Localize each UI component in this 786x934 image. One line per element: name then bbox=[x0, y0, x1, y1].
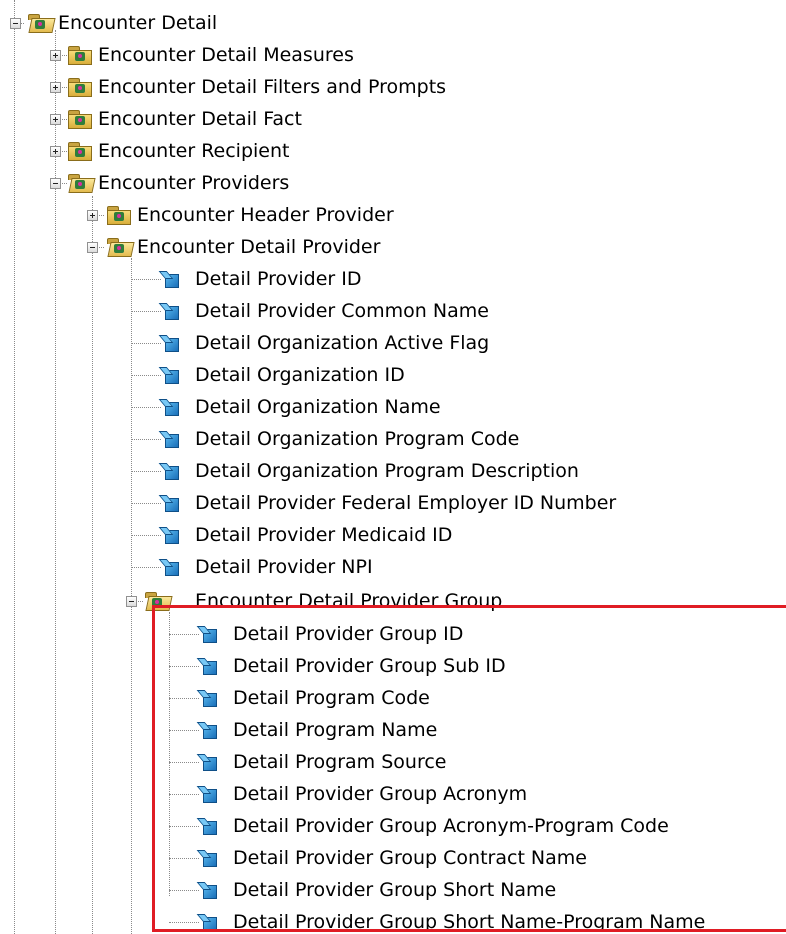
expand-toggle[interactable] bbox=[50, 146, 61, 157]
branch bbox=[131, 471, 161, 472]
tree-item-detail-organization-id[interactable]: Detail Organization ID bbox=[195, 363, 405, 387]
tree-line-root bbox=[55, 30, 56, 934]
tree-item-detail-provider-common-name[interactable]: Detail Provider Common Name bbox=[195, 299, 489, 323]
folder-icon bbox=[68, 78, 92, 97]
branch bbox=[131, 535, 161, 536]
object-icon bbox=[165, 402, 179, 416]
expand-toggle[interactable] bbox=[50, 114, 61, 125]
branch bbox=[131, 279, 161, 280]
object-icon bbox=[165, 498, 179, 512]
folder-icon bbox=[107, 206, 131, 225]
collapse-toggle[interactable] bbox=[10, 18, 21, 29]
object-icon bbox=[165, 530, 179, 544]
object-icon bbox=[165, 562, 179, 576]
tree-node-encounter-providers[interactable]: Encounter Providers bbox=[98, 171, 289, 195]
branch bbox=[131, 311, 161, 312]
object-icon bbox=[165, 434, 179, 448]
tree-item-detail-organization-name[interactable]: Detail Organization Name bbox=[195, 395, 441, 419]
collapse-toggle[interactable] bbox=[50, 178, 61, 189]
folder-open-icon bbox=[68, 174, 96, 193]
tree-item-detail-provider-npi[interactable]: Detail Provider NPI bbox=[195, 555, 373, 579]
tree-node-encounter-detail-filters[interactable]: Encounter Detail Filters and Prompts bbox=[98, 75, 446, 99]
tree-item-detail-provider-federal-employer-id[interactable]: Detail Provider Federal Employer ID Numb… bbox=[195, 491, 616, 515]
tree-item-detail-organization-active-flag[interactable]: Detail Organization Active Flag bbox=[195, 331, 489, 355]
object-icon bbox=[165, 274, 179, 288]
branch bbox=[131, 567, 161, 568]
folder-open-icon bbox=[28, 14, 56, 33]
tree-node-encounter-detail-provider[interactable]: Encounter Detail Provider bbox=[137, 235, 380, 259]
tree-item-detail-provider-medicaid-id[interactable]: Detail Provider Medicaid ID bbox=[195, 523, 452, 547]
folder-icon bbox=[68, 142, 92, 161]
object-icon bbox=[165, 466, 179, 480]
tree-node-encounter-detail-fact[interactable]: Encounter Detail Fact bbox=[98, 107, 302, 131]
tree-line-outer bbox=[14, 0, 15, 934]
branch bbox=[131, 407, 161, 408]
branch bbox=[131, 439, 161, 440]
tree-item-detail-provider-id[interactable]: Detail Provider ID bbox=[195, 267, 362, 291]
expand-toggle[interactable] bbox=[50, 82, 61, 93]
folder-icon bbox=[68, 110, 92, 129]
object-icon bbox=[165, 370, 179, 384]
folder-open-icon bbox=[107, 238, 135, 257]
branch bbox=[131, 343, 161, 344]
branch bbox=[131, 503, 161, 504]
object-icon bbox=[165, 306, 179, 320]
collapse-toggle[interactable] bbox=[126, 596, 137, 607]
branch bbox=[131, 375, 161, 376]
tree-node-encounter-detail[interactable]: Encounter Detail bbox=[58, 11, 217, 35]
tree-node-encounter-header-provider[interactable]: Encounter Header Provider bbox=[137, 203, 394, 227]
expand-toggle[interactable] bbox=[87, 210, 98, 221]
tree-item-detail-organization-program-code[interactable]: Detail Organization Program Code bbox=[195, 427, 519, 451]
tree-line-level1 bbox=[92, 196, 93, 934]
collapse-toggle[interactable] bbox=[87, 242, 98, 253]
tree-item-detail-organization-program-description[interactable]: Detail Organization Program Description bbox=[195, 459, 579, 483]
folder-icon bbox=[68, 46, 92, 65]
tree-node-encounter-recipient[interactable]: Encounter Recipient bbox=[98, 139, 289, 163]
tree-node-encounter-detail-measures[interactable]: Encounter Detail Measures bbox=[98, 43, 354, 67]
expand-toggle[interactable] bbox=[50, 50, 61, 61]
highlight-box bbox=[152, 605, 786, 932]
object-icon bbox=[165, 338, 179, 352]
